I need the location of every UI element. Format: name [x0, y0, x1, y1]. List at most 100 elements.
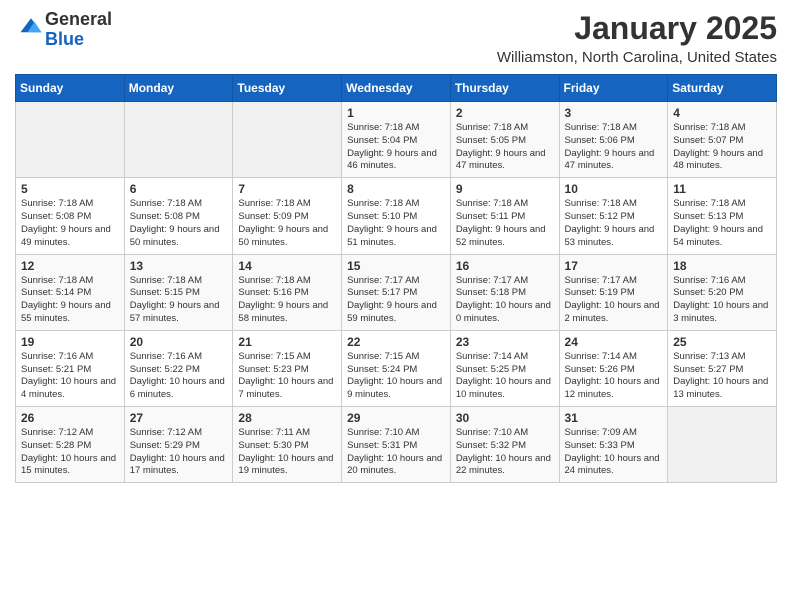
calendar-cell: 21 Sunrise: 7:15 AM Sunset: 5:23 PM Dayli…	[233, 330, 342, 406]
day-info: Sunrise: 7:18 AM Sunset: 5:16 PM Dayligh…	[238, 275, 336, 326]
day-number: 12	[21, 259, 119, 273]
day-number: 4	[673, 106, 771, 120]
day-info: Sunrise: 7:11 AM Sunset: 5:30 PM Dayligh…	[238, 427, 336, 478]
calendar-cell: 5Sunrise: 7:18 AM Sunset: 5:08 PM Daylig…	[16, 178, 125, 254]
calendar-cell: 30 Sunrise: 7:10 AM Sunset: 5:32 PM Dayli…	[450, 407, 559, 483]
calendar-cell	[668, 407, 777, 483]
calendar-cell: 29 Sunrise: 7:10 AM Sunset: 5:31 PM Dayli…	[342, 407, 451, 483]
day-info: Sunrise: 7:15 AM Sunset: 5:23 PM Dayligh…	[238, 351, 336, 402]
calendar-cell: 22 Sunrise: 7:15 AM Sunset: 5:24 PM Dayli…	[342, 330, 451, 406]
day-info: Sunrise: 7:17 AM Sunset: 5:17 PM Dayligh…	[347, 275, 445, 326]
calendar-subtitle: Williamston, North Carolina, United Stat…	[497, 49, 777, 66]
calendar-cell: 17Sunrise: 7:17 AM Sunset: 5:19 PM Dayli…	[559, 254, 668, 330]
day-info: Sunrise: 7:18 AM Sunset: 5:14 PM Dayligh…	[21, 275, 119, 326]
weekday-header-wednesday: Wednesday	[342, 75, 451, 102]
day-info: Sunrise: 7:18 AM Sunset: 5:15 PM Dayligh…	[130, 275, 228, 326]
calendar-cell: 2Sunrise: 7:18 AM Sunset: 5:05 PM Daylig…	[450, 102, 559, 178]
logo-general: General	[45, 9, 112, 29]
calendar-week-4: 19 Sunrise: 7:16 AM Sunset: 5:21 PM Dayli…	[16, 330, 777, 406]
calendar-cell: 28 Sunrise: 7:11 AM Sunset: 5:30 PM Dayli…	[233, 407, 342, 483]
calendar-cell: 20Sunrise: 7:16 AM Sunset: 5:22 PM Dayli…	[124, 330, 233, 406]
calendar-cell: 14Sunrise: 7:18 AM Sunset: 5:16 PM Dayli…	[233, 254, 342, 330]
weekday-header-tuesday: Tuesday	[233, 75, 342, 102]
calendar-cell: 10 Sunrise: 7:18 AM Sunset: 5:12 PM Dayli…	[559, 178, 668, 254]
day-info: Sunrise: 7:18 AM Sunset: 5:09 PM Dayligh…	[238, 198, 336, 249]
day-number: 5	[21, 182, 119, 196]
calendar-cell: 4Sunrise: 7:18 AM Sunset: 5:07 PM Daylig…	[668, 102, 777, 178]
day-number: 19	[21, 335, 119, 349]
calendar-cell: 25 Sunrise: 7:13 AM Sunset: 5:27 PM Dayli…	[668, 330, 777, 406]
day-number: 22	[347, 335, 445, 349]
day-number: 16	[456, 259, 554, 273]
calendar-cell: 31 Sunrise: 7:09 AM Sunset: 5:33 PM Dayli…	[559, 407, 668, 483]
day-number: 10	[565, 182, 663, 196]
calendar-week-2: 5 Sunrise: 7:18 AM Sunset: 5:08 PM Daylig…	[16, 178, 777, 254]
day-number: 29	[347, 411, 445, 425]
day-number: 3	[565, 106, 663, 120]
calendar-page: General Blue January 2025 Williamston, N…	[0, 0, 792, 498]
day-number: 7	[238, 182, 336, 196]
day-number: 13	[130, 259, 228, 273]
day-info: Sunrise: 7:18 AM Sunset: 5:13 PM Dayligh…	[673, 198, 771, 249]
calendar-cell: 13 Sunrise: 7:18 AM Sunset: 5:15 PM Dayli…	[124, 254, 233, 330]
calendar-cell: 19 Sunrise: 7:16 AM Sunset: 5:21 PM Dayli…	[16, 330, 125, 406]
calendar-cell: 18 Sunrise: 7:16 AM Sunset: 5:20 PM Dayli…	[668, 254, 777, 330]
calendar-cell: 8Sunrise: 7:18 AM Sunset: 5:10 PM Daylig…	[342, 178, 451, 254]
day-info: Sunrise: 7:18 AM Sunset: 5:12 PM Dayligh…	[565, 198, 663, 249]
day-number: 8	[347, 182, 445, 196]
day-number: 1	[347, 106, 445, 120]
day-number: 31	[565, 411, 663, 425]
day-info: Sunrise: 7:12 AM Sunset: 5:28 PM Dayligh…	[21, 427, 119, 478]
calendar-cell: 23 Sunrise: 7:14 AM Sunset: 5:25 PM Dayli…	[450, 330, 559, 406]
day-number: 25	[673, 335, 771, 349]
logo-blue: Blue	[45, 29, 84, 49]
day-info: Sunrise: 7:17 AM Sunset: 5:19 PM Dayligh…	[565, 275, 663, 326]
day-info: Sunrise: 7:18 AM Sunset: 5:08 PM Dayligh…	[130, 198, 228, 249]
day-number: 11	[673, 182, 771, 196]
calendar-cell: 15 Sunrise: 7:17 AM Sunset: 5:17 PM Dayli…	[342, 254, 451, 330]
day-info: Sunrise: 7:16 AM Sunset: 5:20 PM Dayligh…	[673, 275, 771, 326]
calendar-cell: 11 Sunrise: 7:18 AM Sunset: 5:13 PM Dayli…	[668, 178, 777, 254]
calendar-cell	[233, 102, 342, 178]
day-number: 24	[565, 335, 663, 349]
calendar-cell: 3 Sunrise: 7:18 AM Sunset: 5:06 PM Daylig…	[559, 102, 668, 178]
day-number: 30	[456, 411, 554, 425]
calendar-cell: 26 Sunrise: 7:12 AM Sunset: 5:28 PM Dayli…	[16, 407, 125, 483]
calendar-week-1: 1 Sunrise: 7:18 AM Sunset: 5:04 PM Daylig…	[16, 102, 777, 178]
day-info: Sunrise: 7:18 AM Sunset: 5:06 PM Dayligh…	[565, 122, 663, 173]
calendar-cell: 1 Sunrise: 7:18 AM Sunset: 5:04 PM Daylig…	[342, 102, 451, 178]
day-number: 28	[238, 411, 336, 425]
day-number: 6	[130, 182, 228, 196]
day-info: Sunrise: 7:16 AM Sunset: 5:21 PM Dayligh…	[21, 351, 119, 402]
weekday-header-thursday: Thursday	[450, 75, 559, 102]
weekday-header-sunday: Sunday	[16, 75, 125, 102]
day-info: Sunrise: 7:14 AM Sunset: 5:25 PM Dayligh…	[456, 351, 554, 402]
day-info: Sunrise: 7:18 AM Sunset: 5:04 PM Dayligh…	[347, 122, 445, 173]
calendar-cell: 27Sunrise: 7:12 AM Sunset: 5:29 PM Dayli…	[124, 407, 233, 483]
day-number: 27	[130, 411, 228, 425]
day-info: Sunrise: 7:17 AM Sunset: 5:18 PM Dayligh…	[456, 275, 554, 326]
day-info: Sunrise: 7:10 AM Sunset: 5:32 PM Dayligh…	[456, 427, 554, 478]
day-info: Sunrise: 7:13 AM Sunset: 5:27 PM Dayligh…	[673, 351, 771, 402]
calendar-week-3: 12 Sunrise: 7:18 AM Sunset: 5:14 PM Dayli…	[16, 254, 777, 330]
day-number: 20	[130, 335, 228, 349]
day-number: 21	[238, 335, 336, 349]
day-number: 23	[456, 335, 554, 349]
logo: General Blue	[15, 10, 112, 50]
day-number: 26	[21, 411, 119, 425]
calendar-cell: 9Sunrise: 7:18 AM Sunset: 5:11 PM Daylig…	[450, 178, 559, 254]
day-number: 15	[347, 259, 445, 273]
day-info: Sunrise: 7:10 AM Sunset: 5:31 PM Dayligh…	[347, 427, 445, 478]
calendar-cell	[16, 102, 125, 178]
calendar-cell: 24 Sunrise: 7:14 AM Sunset: 5:26 PM Dayli…	[559, 330, 668, 406]
day-number: 18	[673, 259, 771, 273]
day-info: Sunrise: 7:14 AM Sunset: 5:26 PM Dayligh…	[565, 351, 663, 402]
calendar-week-5: 26 Sunrise: 7:12 AM Sunset: 5:28 PM Dayli…	[16, 407, 777, 483]
weekday-header-monday: Monday	[124, 75, 233, 102]
header: General Blue January 2025 Williamston, N…	[15, 10, 777, 66]
logo-icon	[17, 13, 45, 41]
day-number: 9	[456, 182, 554, 196]
calendar-table: SundayMondayTuesdayWednesdayThursdayFrid…	[15, 74, 777, 483]
day-info: Sunrise: 7:15 AM Sunset: 5:24 PM Dayligh…	[347, 351, 445, 402]
day-info: Sunrise: 7:09 AM Sunset: 5:33 PM Dayligh…	[565, 427, 663, 478]
